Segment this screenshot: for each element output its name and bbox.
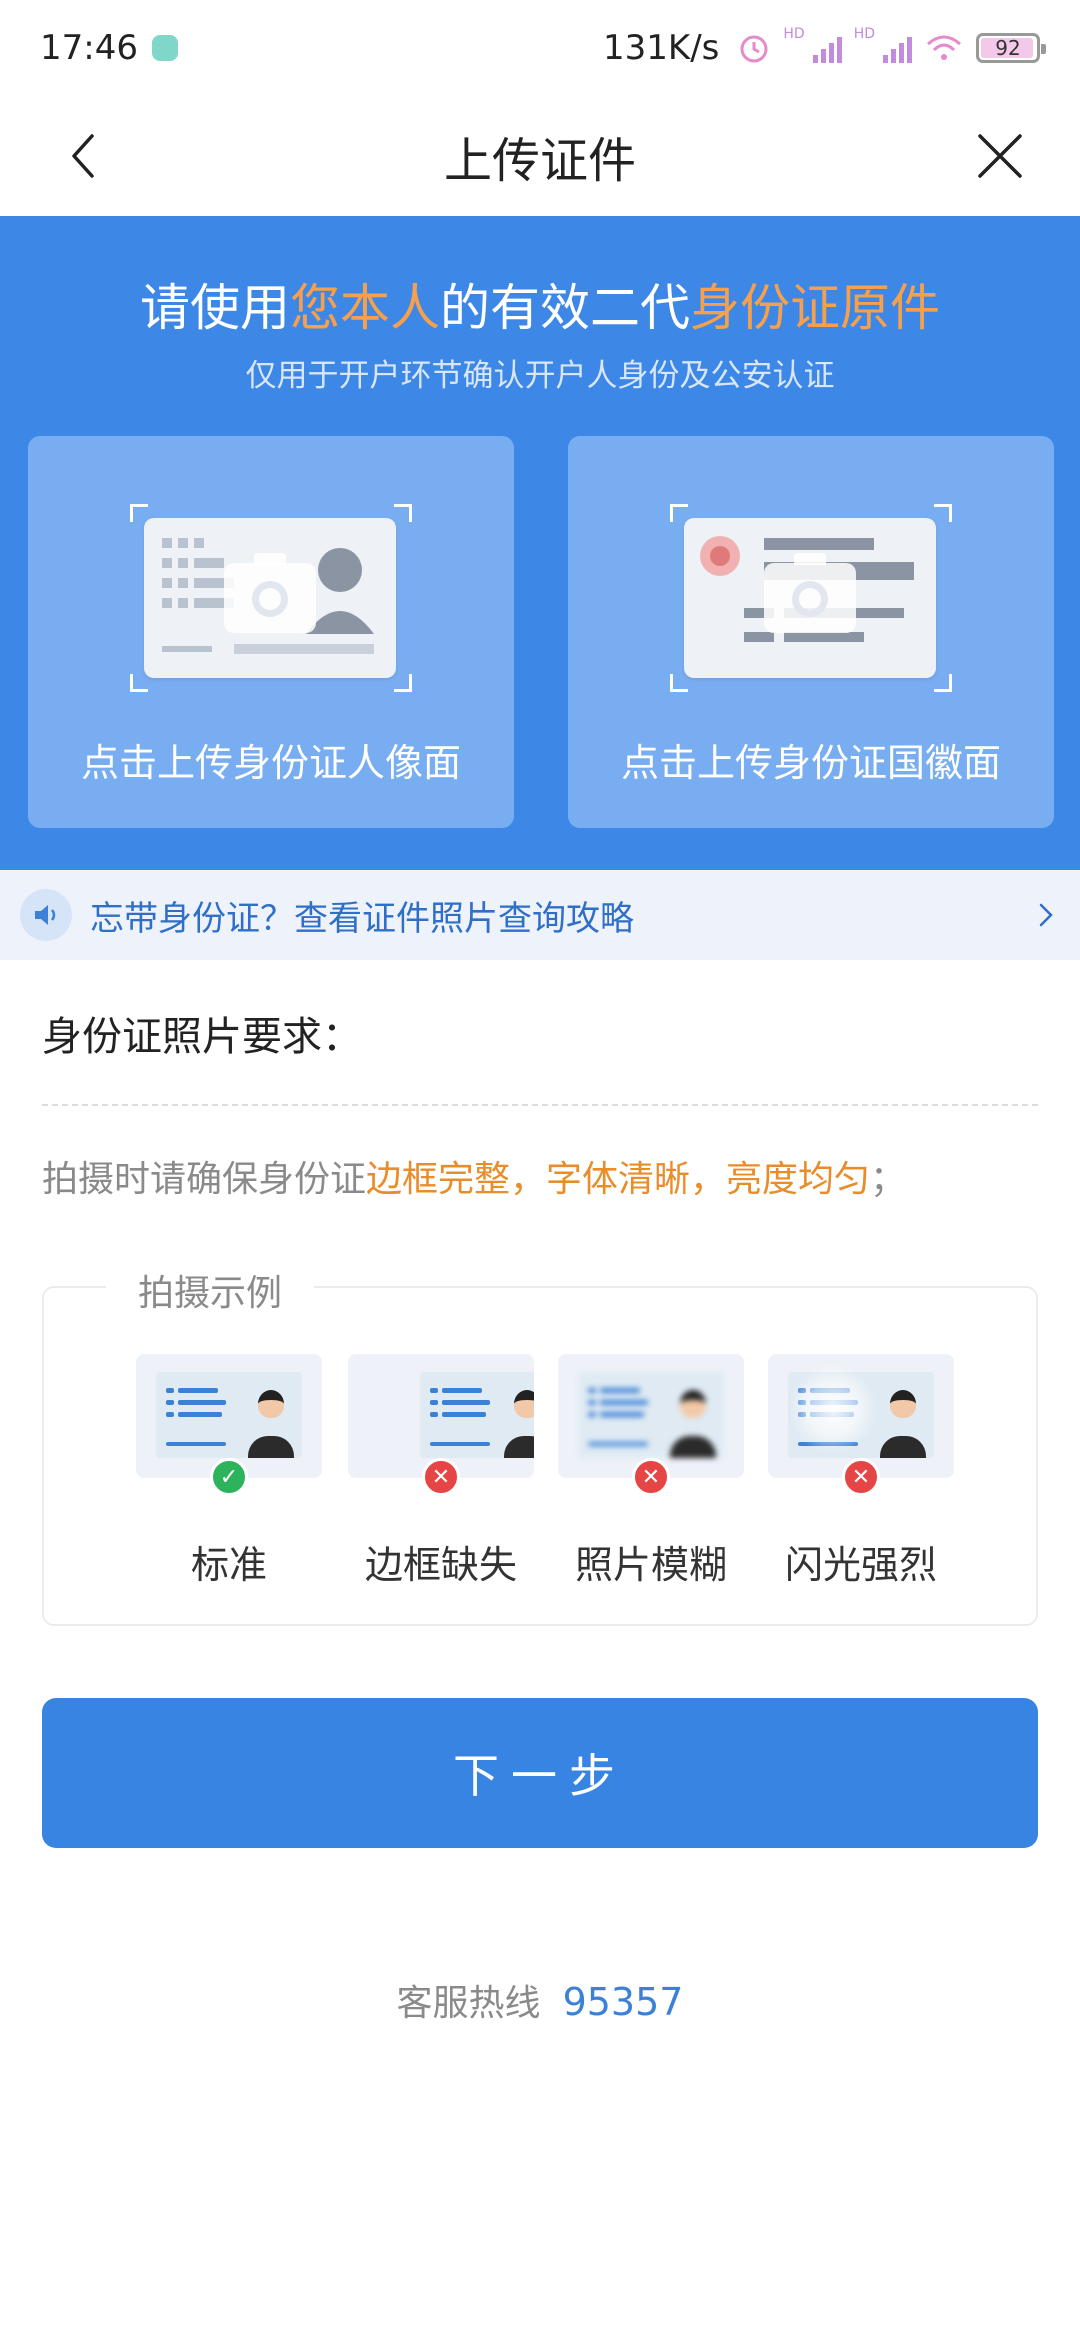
example-item-missing-border: ✕ 边框缺失 [348,1354,534,1589]
hd-tag-1: HD [783,26,805,42]
id-front-illustration [144,518,396,678]
camera-icon [764,553,856,633]
example-legend: 拍摄示例 [106,1264,315,1316]
example-label: 闪光强烈 [784,1543,937,1587]
example-label: 照片模糊 [574,1543,727,1587]
back-arrow-icon[interactable] [60,130,112,182]
upload-id-back-card[interactable]: 点击上传身份证国徽面 [568,436,1054,828]
example-item-flash: ✕ 闪光强烈 [768,1354,954,1589]
camera-icon [224,553,316,633]
hotline-label: 客服热线 [396,1983,541,2024]
banner-title-highlight1: 您本人 [290,279,440,337]
frame-corner [934,504,952,522]
chevron-right-icon [1039,903,1053,927]
mini-id-card-flash [788,1372,934,1458]
mini-id-card [156,1372,302,1458]
id-back-illustration [684,518,936,678]
message-notification-icon [151,35,178,61]
frame-corner [394,674,412,692]
hotline-number[interactable]: 95357 [563,1980,684,2024]
id-back-frame [670,504,952,692]
banner-title-highlight2: 身份证原件 [690,279,940,337]
banner-subtitle: 仅用于开户环节确认开户人身份及公安认证 [245,358,835,394]
wifi-icon [927,35,961,60]
network-speed: 131K/s [603,28,720,68]
check-icon: ✓ [210,1458,248,1496]
signal-icon-2 [883,33,912,63]
example-item-standard: ✓ 标准 [136,1354,322,1589]
upload-id-front-card[interactable]: 点击上传身份证人像面 [28,436,514,828]
requirements-text: 拍摄时请确保身份证边框完整，字体清晰，亮度均匀； [42,1150,906,1202]
requirements-text-prefix: 拍摄时请确保身份证 [42,1159,367,1200]
upload-front-label: 点击上传身份证人像面 [80,741,461,785]
status-time: 17:46 [40,28,138,68]
customer-service-hotline: 客服热线 95357 [0,1974,1080,2026]
signal-icon-1 [812,33,842,63]
photo-example-box: 拍摄示例 ✓ 标准 ✕ 边框缺失 ✕ 照片模糊 ✕ 闪光强烈 [42,1264,1038,1626]
mini-id-card-cropped [420,1372,534,1458]
mini-id-card-blurred [578,1372,724,1458]
next-step-button[interactable]: 下一步 [42,1698,1038,1848]
example-item-blurry: ✕ 照片模糊 [558,1354,744,1589]
example-label: 边框缺失 [364,1543,517,1587]
upload-banner: 请使用您本人的有效二代身份证原件 仅用于开户环节确认开户人身份及公安认证 点击上… [0,216,1080,870]
alarm-icon [740,35,768,63]
hd-tag-2: HD [853,26,875,42]
id-front-frame [130,504,412,692]
person-icon [258,1390,284,1418]
status-left: 17:46 [40,28,178,68]
battery-icon: 92 [976,33,1046,63]
requirements-text-suffix: ； [870,1159,907,1200]
speaker-icon [20,889,72,941]
error-x-icon: ✕ [422,1458,460,1496]
banner-title-part1: 请使用 [140,279,290,337]
frame-corner [934,674,952,692]
error-x-icon: ✕ [842,1458,880,1496]
requirements-title: 身份证照片要求： [42,1014,362,1060]
status-right: 131K/s HD HD 92 [603,26,1046,68]
dashed-divider [42,1104,1038,1106]
upload-back-label: 点击上传身份证国徽面 [620,741,1001,785]
person-icon [680,1390,706,1418]
requirements-text-emphasis: 边框完整，字体清晰，亮度均匀 [366,1159,871,1200]
person-icon [514,1390,534,1418]
navigation-bar: 上传证件 [0,96,1080,216]
person-icon [890,1390,916,1418]
status-bar: 17:46 131K/s HD HD 92 [0,0,1080,96]
error-x-icon: ✕ [632,1458,670,1496]
example-label: 标准 [190,1543,267,1587]
banner-title-part2: 的有效二代 [440,279,690,337]
close-icon[interactable] [974,130,1026,182]
battery-level: 92 [995,36,1021,60]
page-title: 上传证件 [443,133,636,189]
tip-text: 忘带身份证？查看证件照片查询攻略 [90,898,634,939]
forgot-id-tip[interactable]: 忘带身份证？查看证件照片查询攻略 [0,870,1080,960]
banner-title: 请使用您本人的有效二代身份证原件 [0,268,1080,340]
frame-corner [394,504,412,522]
